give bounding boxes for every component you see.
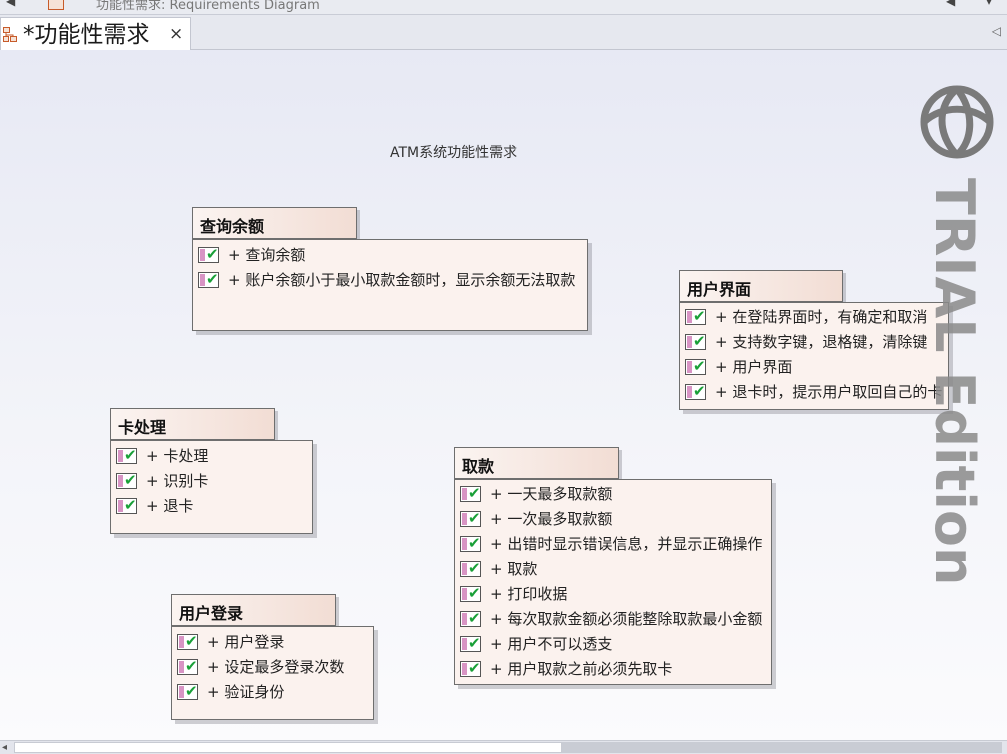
tab-bar: *功能性需求 × ◁ bbox=[0, 15, 1007, 50]
requirement-icon: ✔ bbox=[460, 534, 481, 552]
requirement-label: + 支持数字键，退格键，清除键 bbox=[715, 333, 928, 351]
package-name: 用户登录 bbox=[179, 604, 244, 623]
tab-label: *功能性需求 bbox=[23, 22, 150, 48]
package-name: 取款 bbox=[462, 457, 495, 476]
requirement-icon: ✔ bbox=[116, 496, 137, 514]
collapse-icon[interactable]: ◀ bbox=[946, 0, 955, 8]
requirement-label: + 账户余额小于最小取款金额时，显示余额无法取款 bbox=[228, 271, 576, 289]
requirement-icon: ✔ bbox=[460, 559, 481, 577]
package-tab[interactable]: 取款 bbox=[454, 447, 619, 479]
window-title-strip: ◀ 功能性需求: Requirements Diagram ◀ ▾ bbox=[0, 0, 1007, 15]
requirement-label: + 验证身份 bbox=[207, 683, 285, 701]
requirement-label: + 每次取款金额必须能整除取款最小金额 bbox=[490, 610, 763, 628]
package-tab[interactable]: 查询余额 bbox=[192, 207, 357, 239]
requirement-icon: ✔ bbox=[177, 657, 198, 675]
requirement-label: + 打印收据 bbox=[490, 585, 568, 603]
scrollbar-thumb[interactable] bbox=[562, 742, 1002, 753]
diagram-tab-icon bbox=[3, 27, 17, 42]
close-icon[interactable]: × bbox=[169, 24, 183, 44]
requirement-icon: ✔ bbox=[460, 584, 481, 602]
requirement-icon: ✔ bbox=[685, 357, 706, 375]
tab-functional-requirements[interactable]: *功能性需求 × bbox=[0, 17, 191, 50]
package-body[interactable]: ✔ + 查询余额 ✔ + 账户余额小于最小取款金额时，显示余额无法取款 bbox=[192, 239, 588, 331]
package-user-interface[interactable]: 用户界面 ✔ + 在登陆界面时，有确定和取消 ✔ + 支持数字键，退格键，清除键… bbox=[679, 270, 949, 410]
requirement-icon: ✔ bbox=[685, 307, 706, 325]
window-menu-icon[interactable]: ▾ bbox=[986, 0, 992, 8]
requirement-label: + 退卡 bbox=[146, 497, 194, 515]
requirement-icon: ✔ bbox=[460, 634, 481, 652]
requirement-icon: ✔ bbox=[460, 509, 481, 527]
requirement-label: + 卡处理 bbox=[146, 447, 209, 465]
requirement-label: + 一次最多取款额 bbox=[490, 510, 613, 528]
requirement-label: + 用户界面 bbox=[715, 358, 793, 376]
sparx-logo-icon bbox=[920, 85, 994, 159]
package-withdrawal[interactable]: 取款 ✔ + 一天最多取款额 ✔ + 一次最多取款额 ✔ + 出错时显示错误信息… bbox=[454, 447, 772, 689]
requirement-icon: ✔ bbox=[177, 632, 198, 650]
requirement-icon: ✔ bbox=[177, 682, 198, 700]
package-tab[interactable]: 用户登录 bbox=[171, 594, 336, 626]
package-card-handling[interactable]: 卡处理 ✔ + 卡处理 ✔ + 识别卡 ✔ + 退卡 bbox=[110, 408, 313, 534]
requirement-label: + 一天最多取款额 bbox=[490, 485, 613, 503]
diagram-canvas[interactable]: ATM系统功能性需求 查询余额 ✔ + 查询余额 ✔ + 账户余额小于最小取款金… bbox=[0, 50, 1007, 740]
package-tab[interactable]: 卡处理 bbox=[110, 408, 275, 440]
package-tab[interactable]: 用户界面 bbox=[679, 270, 843, 302]
package-name: 查询余额 bbox=[200, 217, 265, 236]
watermark-text: TRIAL Edition bbox=[923, 178, 986, 585]
requirement-icon: ✔ bbox=[460, 609, 481, 627]
requirement-icon: ✔ bbox=[198, 245, 219, 263]
tab-scroll-left-icon[interactable]: ◁ bbox=[992, 24, 1001, 38]
package-name: 用户界面 bbox=[687, 280, 752, 299]
package-body[interactable]: ✔ + 用户登录 ✔ + 设定最多登录次数 ✔ + 验证身份 bbox=[171, 626, 374, 720]
requirement-label: + 取款 bbox=[490, 560, 538, 578]
package-body[interactable]: ✔ + 在登陆界面时，有确定和取消 ✔ + 支持数字键，退格键，清除键 ✔ + … bbox=[679, 302, 949, 410]
scrollbar-track[interactable] bbox=[14, 742, 562, 753]
diagram-title: ATM系统功能性需求 bbox=[390, 145, 518, 161]
package-user-login[interactable]: 用户登录 ✔ + 用户登录 ✔ + 设定最多登录次数 ✔ + 验证身份 bbox=[171, 594, 374, 720]
scroll-left-icon[interactable]: ◂ bbox=[2, 741, 7, 754]
requirement-label: + 设定最多登录次数 bbox=[207, 658, 345, 676]
requirement-icon: ✔ bbox=[685, 332, 706, 350]
requirement-icon: ✔ bbox=[460, 484, 481, 502]
requirement-label: + 用户不可以透支 bbox=[490, 635, 613, 653]
back-arrow-icon[interactable]: ◀ bbox=[6, 0, 15, 8]
requirement-icon: ✔ bbox=[460, 659, 481, 677]
requirement-label: + 退卡时，提示用户取回自己的卡 bbox=[715, 383, 943, 401]
requirement-label: + 用户取款之前必须先取卡 bbox=[490, 660, 673, 678]
package-name: 卡处理 bbox=[118, 418, 167, 437]
requirement-label: + 用户登录 bbox=[207, 633, 285, 651]
requirement-label: + 在登陆界面时，有确定和取消 bbox=[715, 308, 928, 326]
requirement-label: + 出错时显示错误信息，并显示正确操作 bbox=[490, 535, 763, 553]
package-body[interactable]: ✔ + 卡处理 ✔ + 识别卡 ✔ + 退卡 bbox=[110, 440, 313, 534]
package-query-balance[interactable]: 查询余额 ✔ + 查询余额 ✔ + 账户余额小于最小取款金额时，显示余额无法取款 bbox=[192, 207, 588, 331]
requirement-label: + 识别卡 bbox=[146, 472, 209, 490]
requirement-icon: ✔ bbox=[685, 382, 706, 400]
horizontal-scrollbar[interactable]: ◂ bbox=[0, 740, 1007, 754]
requirement-label: + 查询余额 bbox=[228, 246, 306, 264]
diagram-icon bbox=[48, 0, 64, 10]
trial-edition-watermark: TRIAL Edition bbox=[920, 85, 994, 585]
requirement-icon: ✔ bbox=[116, 446, 137, 464]
requirement-icon: ✔ bbox=[116, 471, 137, 489]
requirement-icon: ✔ bbox=[198, 270, 219, 288]
package-body[interactable]: ✔ + 一天最多取款额 ✔ + 一次最多取款额 ✔ + 出错时显示错误信息，并显… bbox=[454, 479, 772, 685]
window-title: 功能性需求: Requirements Diagram bbox=[96, 0, 320, 13]
